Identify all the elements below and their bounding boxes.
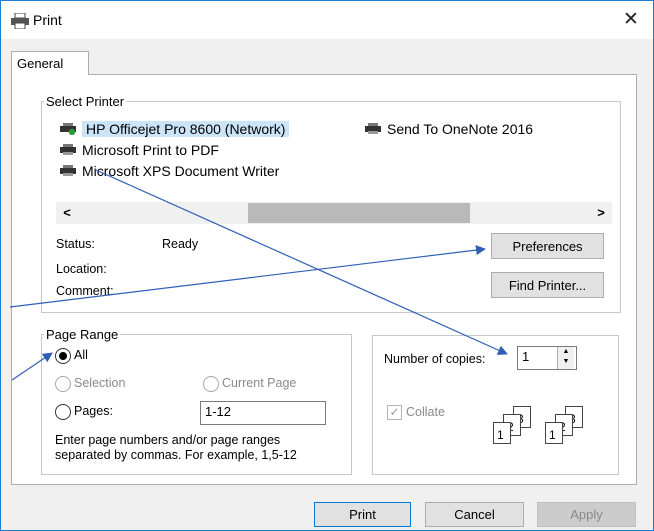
page-range-current-page-radio[interactable]	[203, 376, 219, 392]
page-range-selection-label[interactable]: Selection	[74, 376, 125, 390]
spin-down-icon[interactable]: ▼	[558, 357, 574, 367]
preferences-button[interactable]: Preferences	[491, 233, 604, 259]
printer-icon	[60, 165, 76, 176]
comment-label: Comment:	[56, 284, 114, 298]
printer-item-hp-officejet[interactable]: HP Officejet Pro 8600 (Network)	[59, 119, 290, 139]
printer-item-xps-writer[interactable]: Microsoft XPS Document Writer	[59, 161, 279, 181]
close-button[interactable]: ✕	[619, 9, 643, 31]
page-range-pages-radio[interactable]	[55, 404, 71, 420]
page-range-legend: Page Range	[46, 327, 119, 342]
page-range-pages-label[interactable]: Pages:	[74, 404, 113, 418]
printer-icon	[60, 144, 76, 155]
printer-item-print-to-pdf[interactable]: Microsoft Print to PDF	[59, 140, 219, 160]
printer-name: HP Officejet Pro 8600 (Network)	[82, 121, 290, 137]
scroll-thumb[interactable]	[248, 203, 470, 223]
find-printer-button[interactable]: Find Printer...	[491, 272, 604, 298]
apply-button[interactable]: Apply	[537, 502, 636, 527]
print-dialog: Print ✕ General Select Printer HP Office…	[0, 0, 654, 531]
printer-name: Send To OneNote 2016	[387, 121, 534, 137]
printer-item-onenote[interactable]: Send To OneNote 2016	[364, 119, 533, 139]
print-button[interactable]: Print	[314, 502, 411, 527]
page-range-pages-input[interactable]: 1-12	[200, 401, 326, 425]
collate-checkbox[interactable]: ✓	[387, 405, 402, 420]
copies-spinner[interactable]: ▲ ▼	[557, 347, 574, 369]
page-range-current-page-label[interactable]: Current Page	[222, 376, 296, 390]
select-printer-legend: Select Printer	[46, 94, 125, 109]
cancel-button[interactable]: Cancel	[425, 502, 524, 527]
printer-list-scrollbar[interactable]: < >	[56, 202, 612, 224]
network-printer-icon	[60, 123, 76, 135]
scroll-left-button[interactable]: <	[56, 202, 78, 224]
page-range-hint-line2: separated by commas. For example, 1,5-12	[55, 448, 297, 462]
status-label: Status:	[56, 237, 95, 251]
status-value: Ready	[162, 237, 199, 251]
collate-page-icon: 1	[545, 422, 563, 444]
printer-name: Microsoft XPS Document Writer	[82, 163, 280, 179]
printer-name: Microsoft Print to PDF	[82, 142, 219, 158]
spin-up-icon[interactable]: ▲	[558, 347, 574, 357]
window-title: Print	[33, 12, 62, 28]
printer-icon	[365, 123, 381, 134]
location-label: Location:	[56, 262, 107, 276]
scroll-right-button[interactable]: >	[590, 202, 612, 224]
collate-page-icon: 1	[493, 422, 511, 444]
page-range-all-radio[interactable]	[55, 348, 71, 364]
collate-illustration-icon: 3 2 1 3 2 1	[493, 406, 603, 451]
title-bar: Print ✕	[1, 1, 653, 39]
tab-general[interactable]: General	[11, 51, 89, 75]
page-range-selection-radio[interactable]	[55, 376, 71, 392]
page-range-all-label[interactable]: All	[74, 348, 88, 362]
number-of-copies-label: Number of copies:	[384, 352, 486, 366]
printer-list[interactable]: HP Officejet Pro 8600 (Network) Send To …	[59, 119, 584, 197]
page-range-hint-line1: Enter page numbers and/or page ranges	[55, 433, 281, 447]
collate-label[interactable]: Collate	[406, 405, 445, 419]
printer-icon	[11, 13, 29, 29]
